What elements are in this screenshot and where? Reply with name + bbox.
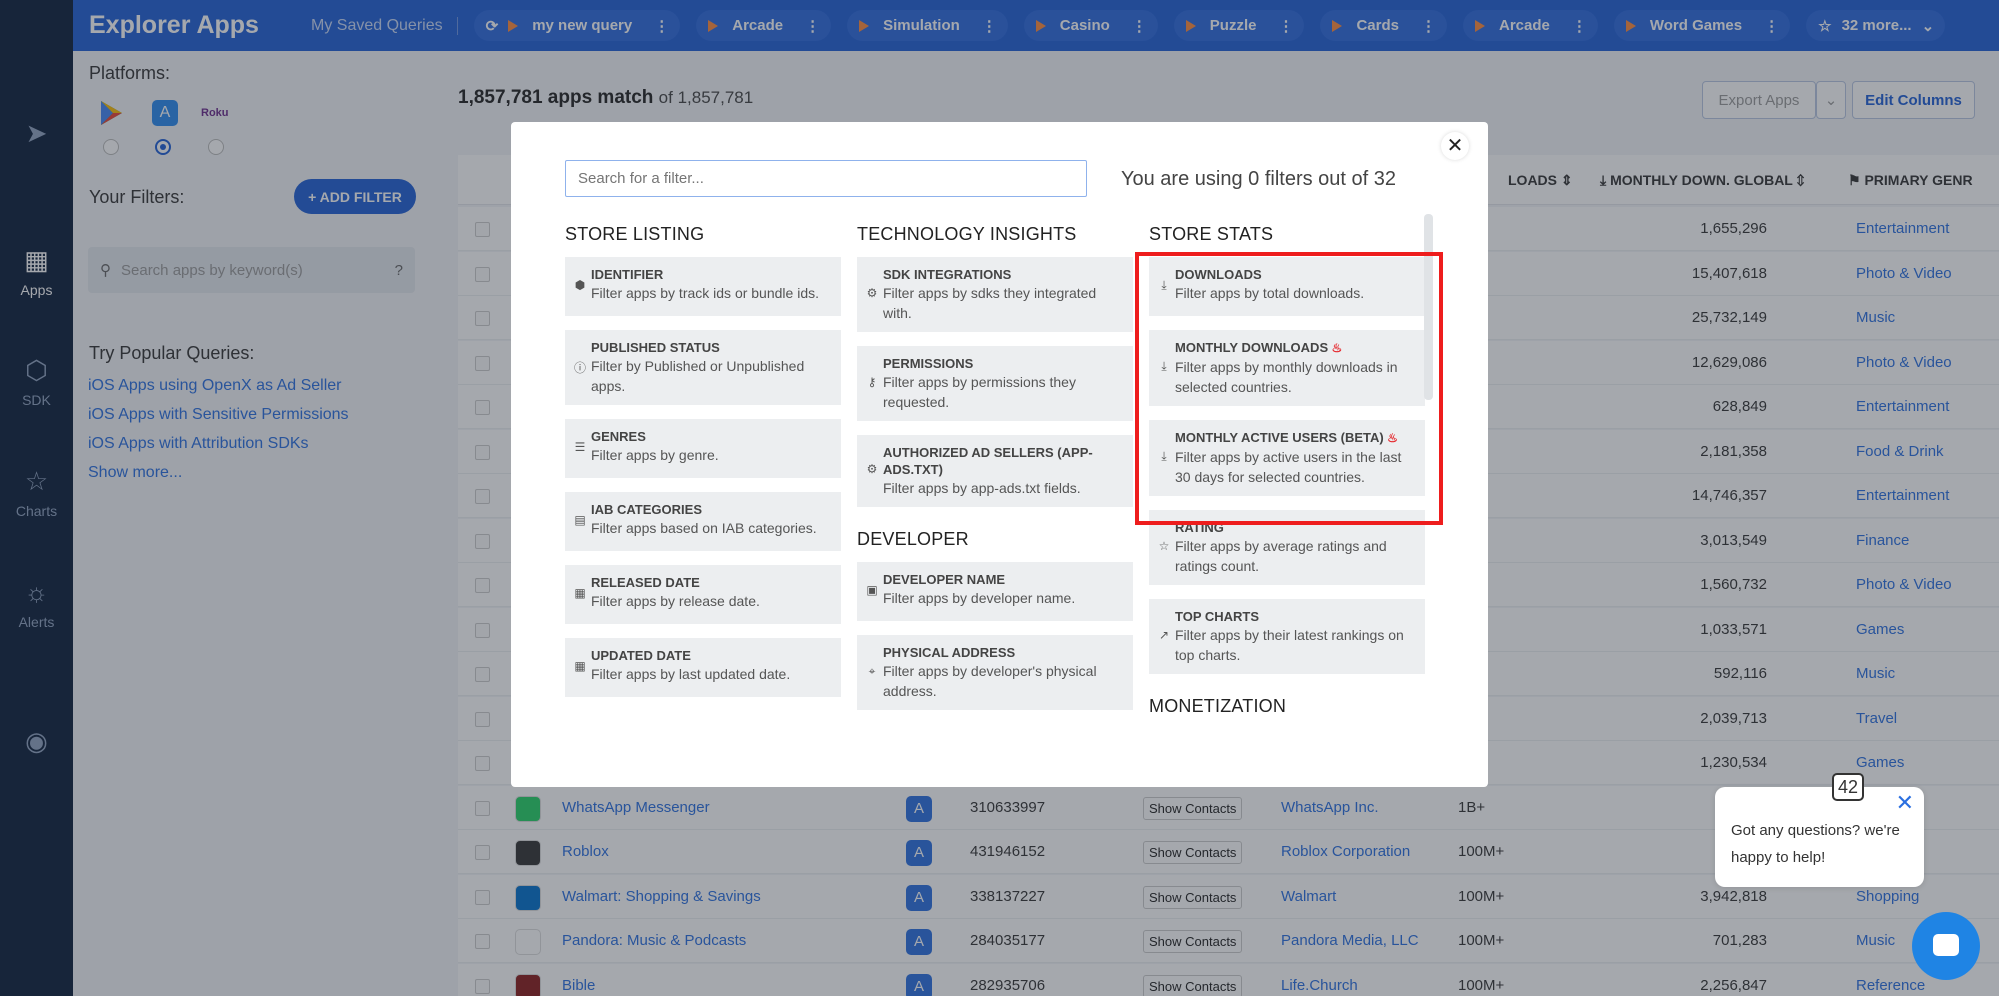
filter-section-title: STORE LISTING (565, 224, 705, 244)
map-pin-icon: ⌖ (868, 663, 876, 678)
gear-icon: ⚙ (866, 462, 878, 476)
filter-card[interactable]: ↗ TOP CHARTS Filter apps by their latest r… (1149, 599, 1425, 674)
filter-card-desc: Filter apps by last updated date. (591, 666, 791, 682)
filter-card[interactable]: ▤ IAB CATEGORIES Filter apps based on IAB … (565, 492, 841, 551)
filter-card-title: PHYSICAL ADDRESS (883, 644, 1123, 661)
filter-section-title: TECHNOLOGY INSIGHTS (857, 224, 1077, 244)
filter-card[interactable]: ⚙ SDK INTEGRATIONS Filter apps by sdks the… (857, 257, 1133, 332)
key-icon: ⚷ (867, 374, 877, 389)
chat-popup[interactable]: ✕ Got any questions? we're happy to help! (1715, 787, 1924, 887)
filter-section-title: DEVELOPER (857, 529, 969, 549)
filter-card-title-text: IAB CATEGORIES (591, 502, 702, 517)
filter-card-title-text: UPDATED DATE (591, 648, 691, 663)
filter-card-desc: Filter apps based on IAB categories. (591, 520, 817, 536)
id-card-icon: ▣ (866, 582, 878, 597)
filter-section-title: MONETIZATION (1149, 696, 1287, 716)
filter-card-desc: Filter apps by genre. (591, 447, 719, 463)
filter-card-title: PERMISSIONS (883, 355, 1123, 372)
filter-card[interactable]: ⓘ PUBLISHED STATUS Filter by Published or … (565, 330, 841, 405)
highlight-box (1135, 252, 1443, 525)
filter-card[interactable]: ▦ UPDATED DATE Filter apps by last updated… (565, 638, 841, 697)
column-technology-insights: TECHNOLOGY INSIGHTS ⚙ SDK INTEGRATIONS Filt… (857, 224, 1133, 724)
chart-line-icon: ↗ (1158, 627, 1170, 642)
filter-card-title: SDK INTEGRATIONS (883, 266, 1123, 283)
filter-card-desc: Filter apps by sdks they integrated with… (883, 285, 1097, 321)
gear-icon: ⚙ (866, 285, 878, 300)
filter-card[interactable]: ▣ DEVELOPER NAME Filter apps by developer … (857, 562, 1133, 621)
filter-card-desc: Filter apps by their latest rankings on … (1175, 627, 1404, 663)
filter-card[interactable]: ⬢ IDENTIFIER Filter apps by track ids or b… (565, 257, 841, 316)
filter-card-desc: Filter apps by app-ads.txt fields. (883, 480, 1081, 496)
column-store-listing: STORE LISTING ⬢ IDENTIFIER Filter apps by t… (565, 224, 841, 711)
info-icon: ⓘ (573, 360, 586, 375)
filter-card-title-text: GENRES (591, 429, 646, 444)
filter-card[interactable]: ☰ GENRES Filter apps by genre. (565, 419, 841, 478)
filter-card-title: GENRES (591, 428, 831, 445)
filter-card-desc: Filter apps by developer's physical addr… (883, 663, 1097, 699)
filter-card-title-text: PUBLISHED STATUS (591, 340, 720, 355)
calendar-icon: ▦ (574, 658, 586, 673)
filter-card-title: AUTHORIZED AD SELLERS (APP-ADS.TXT) (883, 444, 1123, 478)
filter-card-desc: Filter apps by developer name. (883, 590, 1076, 606)
notification-badge: 42 (1832, 773, 1864, 801)
filter-card-title-text: PHYSICAL ADDRESS (883, 645, 1016, 660)
star-icon: ☆ (1158, 538, 1170, 553)
filter-card-desc: Filter by Published or Unpublished apps. (591, 358, 805, 394)
filter-card-desc: Filter apps by permissions they requeste… (883, 374, 1076, 410)
filter-card-desc: Filter apps by track ids or bundle ids. (591, 285, 819, 301)
filter-card-title: UPDATED DATE (591, 647, 831, 664)
filter-section-title: STORE STATS (1149, 224, 1274, 244)
list-icon: ☰ (574, 439, 586, 454)
filter-card-title-text: TOP CHARTS (1175, 609, 1260, 624)
filter-card-title-text: PERMISSIONS (883, 356, 974, 371)
filter-card[interactable]: ⚷ PERMISSIONS Filter apps by permissions t… (857, 346, 1133, 421)
filter-card-title-text: RELEASED DATE (591, 575, 700, 590)
calendar-icon: ▦ (574, 585, 586, 600)
filter-card-title-text: SDK INTEGRATIONS (883, 267, 1012, 282)
close-icon[interactable]: ✕ (1896, 792, 1914, 814)
filter-card-title: RELEASED DATE (591, 574, 831, 591)
filter-card[interactable]: ⌖ PHYSICAL ADDRESS Filter apps by develope… (857, 635, 1133, 710)
filter-card-title: PUBLISHED STATUS (591, 339, 831, 356)
filter-card[interactable]: ⚙ AUTHORIZED AD SELLERS (APP-ADS.TXT) Filt… (857, 435, 1133, 507)
filter-card-title-text: DEVELOPER NAME (883, 572, 1006, 587)
filter-card-title: IDENTIFIER (591, 266, 831, 283)
card-icon: ▤ (574, 512, 586, 527)
filter-card-title: DEVELOPER NAME (883, 571, 1123, 588)
filter-card-title-text: IDENTIFIER (591, 267, 664, 282)
filter-card-title: IAB CATEGORIES (591, 501, 831, 518)
filter-card-desc: Filter apps by average ratings and ratin… (1175, 538, 1387, 574)
chat-bubble-icon[interactable] (1912, 912, 1980, 980)
cube-icon: ⬢ (574, 277, 586, 292)
filter-card-desc: Filter apps by release date. (591, 593, 760, 609)
filter-card-title-text: AUTHORIZED AD SELLERS (APP-ADS.TXT) (883, 445, 1093, 477)
filter-card-title: TOP CHARTS (1175, 608, 1415, 625)
filter-card[interactable]: ▦ RELEASED DATE Filter apps by release dat… (565, 565, 841, 624)
chat-text: Got any questions? we're happy to help! (1731, 822, 1900, 866)
